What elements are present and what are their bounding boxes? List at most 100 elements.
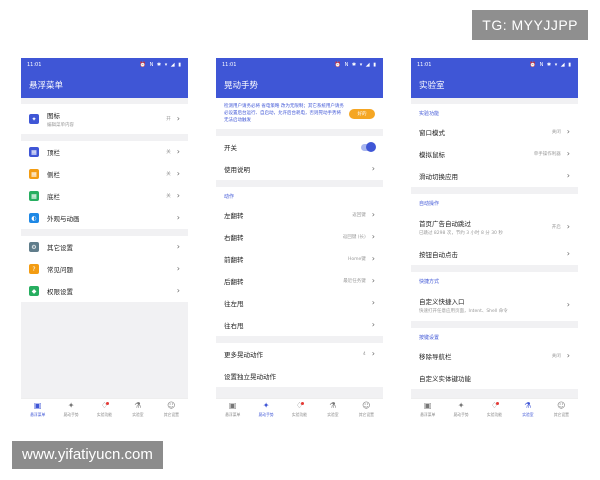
row-label: 自定义快捷入口 [419,298,465,306]
tab-experimental[interactable]: ♢ 实验功能 [478,399,511,420]
independent-actions-row[interactable]: 设置独立晃动动作 [216,365,383,387]
tab-label: 实验功能 [291,411,308,417]
app-bar: 悬浮菜单 [21,72,188,98]
page-title: 悬浮菜单 [29,81,64,91]
screenshot-canvas: 11:01 ⏰ N ✱ ▾ ◢ ▮ 悬浮菜单 ✦ 图标 编辑菜单内容 开 › ▦… [0,0,600,480]
faq-row[interactable]: ? 常见问题 › [21,258,188,280]
tab-other[interactable]: ☺ 其它设置 [350,399,383,420]
remove-nav-row[interactable]: 移除导航栏 关闭 › [411,345,578,367]
tab-floating-menu[interactable]: ▣ 悬浮菜单 [411,399,444,420]
action-row[interactable]: 后翻转 最近任务键 › [216,270,383,292]
tab-floating-menu[interactable]: ▣ 悬浮菜单 [216,399,249,420]
row-value: 返回键 (长) [342,235,366,240]
other-settings-row[interactable]: ⚙ 其它设置 › [21,236,188,258]
row-label: 移除导航栏 [419,353,452,361]
auto-click-row[interactable]: 按钮自动点击 › [411,243,578,265]
action-row[interactable]: 前翻转 Home键 › [216,248,383,270]
card-shortcut: 快捷方式 自定义快捷入口 快速打开任意应用页面，Intent、Shell 命令 … [411,272,578,321]
chevron-right-icon: › [176,264,180,273]
icon-setting-row[interactable]: ✦ 图标 编辑菜单内容 开 › [21,104,188,134]
card-keys: 按键设置 移除导航栏 关闭 › 自定义实体键功能 [411,328,578,389]
row-value: 开启 [551,225,561,230]
status-time: 11:01 [222,62,237,68]
row-value: 最近任务键 [343,279,366,284]
window-mode-row[interactable]: 窗口模式 关闭 › [411,121,578,143]
face-icon: ☺ [362,400,371,410]
status-bar: 11:01 ⏰ N ✱ ▾ ◢ ▮ [411,58,578,72]
appearance-row[interactable]: ◐ 外观与动画 › [21,207,188,229]
row-label: 模拟鼠标 [419,151,445,159]
shortcut-row[interactable]: 自定义快捷入口 快速打开任意应用页面，Intent、Shell 命令 › [411,289,578,321]
tab-lab[interactable]: ⚗ 实验室 [316,399,349,420]
row-label: 自定义实体键功能 [419,375,471,383]
usage-row[interactable]: 使用说明 › [216,158,383,180]
top-bar-row[interactable]: ▦ 顶栏 关 › [21,141,188,163]
row-label: 窗口模式 [419,129,445,137]
tab-lab[interactable]: ⚗ 实验室 [121,399,154,420]
card-bars: ▦ 顶栏 关 › ▦ 侧栏 关 › ▦ 底栏 关 › ◐ 外观与动画 › [21,141,188,229]
tab-other[interactable]: ☺ 其它设置 [545,399,578,420]
section-title: 动作 [216,187,383,204]
switch-row[interactable]: 开关 [216,136,383,158]
card-switch: 开关 使用说明 › [216,136,383,180]
enable-toggle[interactable] [361,142,376,152]
bottom-bar-row[interactable]: ▦ 底栏 关 › [21,185,188,207]
tab-shake-gesture[interactable]: ✦ 晃动手势 [54,399,87,420]
chevron-right-icon: › [566,300,570,309]
phone-shake-gesture: 11:01 ⏰ N ✱ ▾ ◢ ▮ 晃动手势 检测用户请务必将 省电策略 改为无… [216,58,383,420]
tab-floating-menu[interactable]: ▣ 悬浮菜单 [21,399,54,420]
status-time: 11:01 [417,62,432,68]
tab-shake-gesture[interactable]: ✦ 晃动手势 [249,399,282,420]
row-label: 前翻转 [224,256,244,264]
row-label: 图标 [47,112,60,120]
tab-label: 其它设置 [358,411,374,417]
row-label: 顶栏 [47,149,60,157]
row-value: Home键 [348,257,366,262]
row-label: 右翻转 [224,234,244,242]
tab-label: 实验功能 [486,411,503,417]
settings-content: 实验功能 窗口模式 关闭 › 模拟鼠标 单手操作利器 › 滑动切换应用 › 自动… [411,98,578,398]
tab-other[interactable]: ☺ 其它设置 [155,399,188,420]
chevron-right-icon: › [371,254,375,263]
action-row[interactable]: 往右甩 › [216,314,383,336]
tab-lab[interactable]: ⚗ 实验室 [511,399,544,420]
card-icon: ✦ 图标 编辑菜单内容 开 › [21,104,188,134]
row-value: 关闭 [551,354,561,359]
row-label: 按钮自动点击 [419,251,458,259]
chevron-right-icon: › [566,149,570,158]
skip-ads-row[interactable]: 首页广告自动跳过 已跳过 8298 次，节约 3 小时 8 分 30 秒 开启 … [411,211,578,243]
row-label: 设置独立晃动动作 [224,373,276,381]
page-title: 晃动手势 [224,81,259,91]
flask-icon: ⚗ [524,400,532,410]
notice-ok-button[interactable]: 好的 [349,108,375,119]
status-icons: ⏰ N ✱ ▾ ◢ ▮ [139,62,182,68]
swipe-switch-row[interactable]: 滑动切换应用 › [411,165,578,187]
action-row[interactable]: 左翻转 返回键 › [216,204,383,226]
card-actions: 动作 左翻转 返回键 › 右翻转 返回键 (长) › 前翻转 Home键 › 后… [216,187,383,336]
mouse-row[interactable]: 模拟鼠标 单手操作利器 › [411,143,578,165]
chevron-right-icon: › [176,191,180,200]
chevron-right-icon: › [371,349,375,358]
chevron-right-icon: › [566,222,570,231]
row-sub: 编辑菜单内容 [47,123,74,128]
app-bar: 晃动手势 [216,72,383,98]
action-row[interactable]: 往左甩 › [216,292,383,314]
tab-label: 实验功能 [96,411,113,417]
row-label: 权限设置 [47,288,73,296]
more-actions-row[interactable]: 更多晃动动作 4 › [216,343,383,365]
tab-shake-gesture[interactable]: ✦ 晃动手势 [444,399,477,420]
side-bar-row[interactable]: ▦ 侧栏 关 › [21,163,188,185]
custom-keys-row[interactable]: 自定义实体键功能 [411,367,578,389]
chevron-right-icon: › [176,169,180,178]
permission-row[interactable]: ◆ 权限设置 › [21,280,188,302]
tab-experimental[interactable]: ♢ 实验功能 [88,399,121,420]
tab-label: 晃动手势 [63,411,79,417]
notice-text: 检测用户请务必将 省电策略 改为无限制；其它系统用户请务必设置后台运行、自启动，… [224,104,344,123]
app-bar: 实验室 [411,72,578,98]
row-value: 单手操作利器 [533,152,561,157]
page-title: 实验室 [419,81,445,91]
tab-experimental[interactable]: ♢ 实验功能 [283,399,316,420]
action-row[interactable]: 右翻转 返回键 (长) › [216,226,383,248]
card-more: 更多晃动动作 4 › 设置独立晃动动作 [216,343,383,387]
settings-content: ✦ 图标 编辑菜单内容 开 › ▦ 顶栏 关 › ▦ 侧栏 关 › ▦ 底栏 关… [21,98,188,398]
